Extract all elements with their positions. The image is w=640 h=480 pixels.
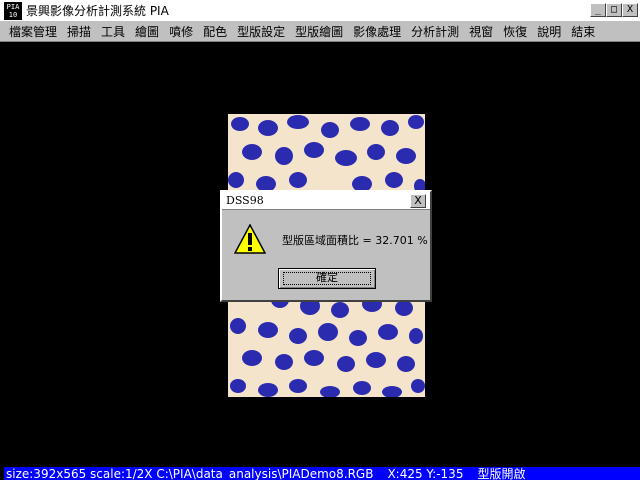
window-controls: _ □ X: [590, 3, 638, 17]
menu-color[interactable]: 配色: [198, 23, 232, 40]
menu-exit[interactable]: 結束: [566, 23, 600, 40]
menu-help[interactable]: 說明: [532, 23, 566, 40]
menu-bar: 檔案管理 掃描 工具 繪圖 噴修 配色 型版設定 型版繪圖 影像處理 分析計測 …: [0, 22, 640, 42]
ok-button[interactable]: 確定: [278, 268, 376, 289]
dialog-title-bar: DSS98: [222, 192, 430, 210]
menu-template-settings[interactable]: 型版設定: [232, 23, 290, 40]
window-title: 景興影像分析計測系統 PIA: [26, 4, 169, 18]
app-icon-top-text: PIA: [6, 2, 20, 11]
menu-file[interactable]: 檔案管理: [4, 23, 62, 40]
status-file-info: size:392x565 scale:1/2X C:\PIA\data_anal…: [6, 467, 374, 480]
maximize-button[interactable]: □: [606, 3, 622, 17]
app-icon-bottom-text: 10: [8, 10, 18, 19]
dialog-title: DSS98: [226, 194, 264, 207]
menu-window[interactable]: 視窗: [464, 23, 498, 40]
menu-template-draw[interactable]: 型版繪圖: [290, 23, 348, 40]
menu-restore[interactable]: 恢復: [498, 23, 532, 40]
ok-focus-rect: [283, 272, 371, 285]
menu-tools[interactable]: 工具: [96, 23, 130, 40]
title-bar: PIA 10 景興影像分析計測系統 PIA _ □ X: [0, 0, 640, 22]
status-mode: 型版開啟: [477, 467, 526, 480]
status-bar: size:392x565 scale:1/2X C:\PIA\data_anal…: [4, 467, 640, 480]
app-icon: PIA 10: [4, 1, 22, 20]
menu-image-processing[interactable]: 影像處理: [348, 23, 406, 40]
message-dialog: DSS98 X 型版區域面積比 = 32.701 % 確定: [220, 190, 432, 302]
warning-icon: [234, 224, 266, 254]
minimize-button[interactable]: _: [590, 3, 606, 17]
status-coordinates: X:425 Y:-135: [387, 467, 464, 480]
dialog-close-button[interactable]: X: [410, 194, 426, 208]
dialog-message: 型版區域面積比 = 32.701 %: [282, 234, 428, 247]
menu-scan[interactable]: 掃描: [62, 23, 96, 40]
menu-analysis[interactable]: 分析計測: [406, 23, 464, 40]
close-button[interactable]: X: [622, 3, 638, 17]
menu-draw[interactable]: 繪圖: [130, 23, 164, 40]
menu-spray[interactable]: 噴修: [164, 23, 198, 40]
